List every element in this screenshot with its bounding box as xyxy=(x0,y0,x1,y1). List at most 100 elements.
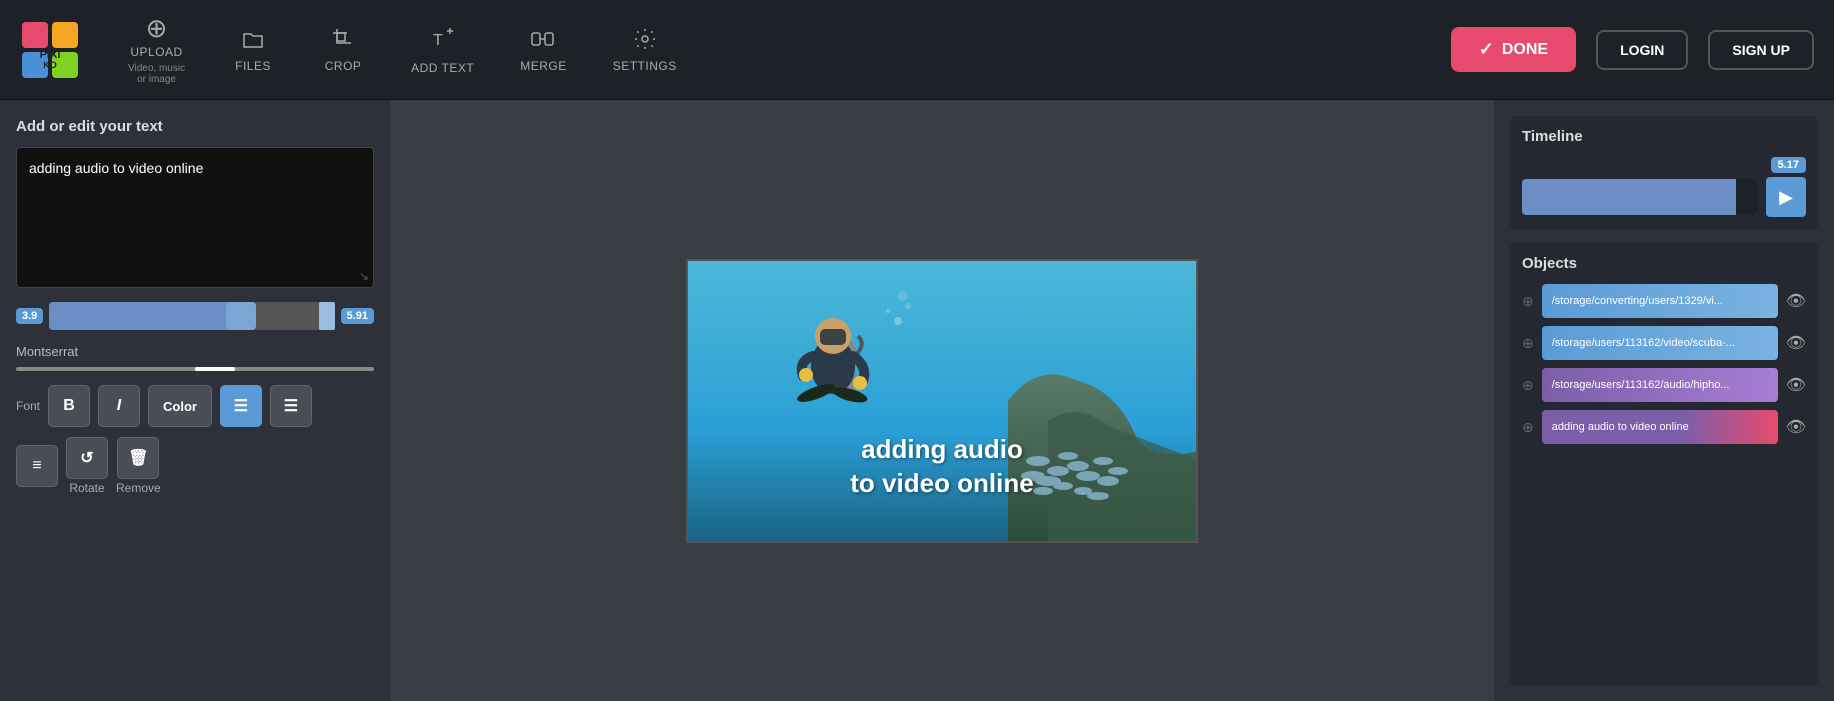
nav-merge[interactable]: MERGE xyxy=(502,19,585,81)
object-item-0: ⊕ /storage/converting/users/1329/vi... 👁 xyxy=(1522,284,1806,318)
drag-handle-0[interactable]: ⊕ xyxy=(1522,293,1534,310)
object-bar-2[interactable]: /storage/users/113162/audio/hipho... xyxy=(1542,368,1778,402)
object-path-0: /storage/converting/users/1329/vi... xyxy=(1552,295,1723,307)
trash-icon: 🗑 xyxy=(128,448,148,468)
svg-text:KO: KO xyxy=(43,60,57,70)
nav-upload[interactable]: ⊕ UPLOAD Video, musicor image xyxy=(110,7,203,93)
drag-handle-3[interactable]: ⊕ xyxy=(1522,419,1534,436)
object-path-1: /storage/users/113162/video/scuba-... xyxy=(1552,337,1735,349)
nav-upload-sublabel: Video, musicor image xyxy=(128,63,185,85)
align-text-icon: ≡ xyxy=(32,457,41,475)
right-panel: Timeline 5.17 ▶ Objects ⊕ /storage/conve… xyxy=(1494,100,1834,701)
rotate-label: Rotate xyxy=(69,481,104,495)
slider-fill xyxy=(49,302,237,330)
remove-button[interactable]: 🗑 xyxy=(117,437,159,479)
panel-title: Add or edit your text xyxy=(16,118,374,135)
logo[interactable]: PIXi KO xyxy=(20,20,80,80)
remove-label: Remove xyxy=(116,481,161,495)
video-frame: adding audio to video online xyxy=(688,261,1196,541)
tl-badge-row: 5.17 xyxy=(1522,157,1806,173)
object-bar-1[interactable]: /storage/users/113162/video/scuba-... xyxy=(1542,326,1778,360)
play-button[interactable]: ▶ xyxy=(1766,177,1806,217)
text-input[interactable]: adding audio to video online xyxy=(29,160,361,270)
object-bar-3[interactable]: adding audio to video online xyxy=(1542,410,1778,444)
nav-merge-label: MERGE xyxy=(520,59,567,73)
font-size-slider-handle xyxy=(195,367,235,371)
resize-handle[interactable]: ↘ xyxy=(359,269,369,283)
objects-section: Objects ⊕ /storage/converting/users/1329… xyxy=(1510,243,1818,685)
nav-crop-label: CROP xyxy=(325,59,362,73)
object-path-2: /storage/users/113162/audio/hipho... xyxy=(1552,379,1730,391)
slider-end-thumb[interactable] xyxy=(319,302,335,330)
nav-add-text[interactable]: T ADD TEXT xyxy=(393,17,492,83)
rotate-remove-row: ≡ ↺ Rotate 🗑 Remove xyxy=(16,437,374,495)
main-content: Add or edit your text adding audio to vi… xyxy=(0,100,1834,701)
font-size-slider[interactable] xyxy=(16,367,374,371)
slider-thumb[interactable] xyxy=(226,302,256,330)
timeline-slider-row: 3.9 5.91 xyxy=(16,302,374,330)
align-text-button[interactable]: ≡ xyxy=(16,445,58,487)
eye-icon-2[interactable]: 👁 xyxy=(1786,375,1806,395)
upload-icon: ⊕ xyxy=(146,15,168,41)
overlay-line2: to video online xyxy=(850,467,1033,501)
settings-icon xyxy=(633,27,657,55)
video-preview: adding audio to video online xyxy=(686,259,1198,543)
nav-settings-label: SETTINGS xyxy=(613,59,677,73)
italic-button[interactable]: I xyxy=(98,385,140,427)
time-end-badge: 5.91 xyxy=(341,308,374,324)
login-button[interactable]: LOGIN xyxy=(1596,30,1688,70)
timeline-bar[interactable] xyxy=(1522,179,1758,215)
object-bar-0[interactable]: /storage/converting/users/1329/vi... xyxy=(1542,284,1778,318)
font-label: Font xyxy=(16,399,40,413)
eye-icon-0[interactable]: 👁 xyxy=(1786,291,1806,311)
timeline-section: Timeline 5.17 ▶ xyxy=(1510,116,1818,229)
signup-button[interactable]: SIGN UP xyxy=(1708,30,1814,70)
merge-icon xyxy=(531,27,555,55)
align-left-icon: ☰ xyxy=(234,396,248,416)
done-label: DONE xyxy=(1502,41,1548,59)
font-name: Montserrat xyxy=(16,344,374,359)
center-canvas: adding audio to video online xyxy=(390,100,1494,701)
top-nav: PIXi KO ⊕ UPLOAD Video, musicor image FI… xyxy=(0,0,1834,100)
align-left-button[interactable]: ☰ xyxy=(220,385,262,427)
italic-icon: I xyxy=(117,397,121,415)
video-text-overlay: adding audio to video online xyxy=(850,433,1033,501)
slider-track[interactable] xyxy=(49,302,334,330)
color-button[interactable]: Color xyxy=(148,385,212,427)
timeline-bar-end xyxy=(1736,179,1758,215)
overlay-line1: adding audio xyxy=(850,433,1033,467)
object-path-3: adding audio to video online xyxy=(1552,421,1689,433)
nav-settings[interactable]: SETTINGS xyxy=(595,19,695,81)
check-icon: ✓ xyxy=(1479,39,1494,60)
left-panel: Add or edit your text adding audio to vi… xyxy=(0,100,390,701)
eye-icon-1[interactable]: 👁 xyxy=(1786,333,1806,353)
drag-handle-1[interactable]: ⊕ xyxy=(1522,335,1534,352)
time-start-badge: 3.9 xyxy=(16,308,43,324)
crop-icon xyxy=(331,27,355,55)
timeline-title: Timeline xyxy=(1522,128,1806,145)
nav-add-text-label: ADD TEXT xyxy=(411,61,474,75)
add-text-icon: T xyxy=(429,25,457,57)
svg-text:T: T xyxy=(433,32,443,49)
nav-files-label: FILES xyxy=(235,59,271,73)
object-item-3: ⊕ adding audio to video online 👁 xyxy=(1522,410,1806,444)
rotate-icon: ↺ xyxy=(80,448,93,468)
font-toolbar-row: Font B I Color ☰ ☰ xyxy=(16,385,374,427)
files-icon xyxy=(241,27,265,55)
color-label: Color xyxy=(163,399,197,414)
object-item-1: ⊕ /storage/users/113162/video/scuba-... … xyxy=(1522,326,1806,360)
rotate-button[interactable]: ↺ xyxy=(66,437,108,479)
eye-icon-3[interactable]: 👁 xyxy=(1786,417,1806,437)
done-button[interactable]: ✓ DONE xyxy=(1451,27,1576,72)
time-position-badge: 5.17 xyxy=(1771,157,1806,173)
align-center-button[interactable]: ☰ xyxy=(270,385,312,427)
bold-icon: B xyxy=(63,397,75,415)
drag-handle-2[interactable]: ⊕ xyxy=(1522,377,1534,394)
timeline-track-row: ▶ xyxy=(1522,177,1806,217)
bold-button[interactable]: B xyxy=(48,385,90,427)
play-icon: ▶ xyxy=(1779,187,1793,208)
nav-files[interactable]: FILES xyxy=(213,19,293,81)
nav-crop[interactable]: CROP xyxy=(303,19,383,81)
object-item-2: ⊕ /storage/users/113162/audio/hipho... 👁 xyxy=(1522,368,1806,402)
objects-title: Objects xyxy=(1522,255,1806,272)
